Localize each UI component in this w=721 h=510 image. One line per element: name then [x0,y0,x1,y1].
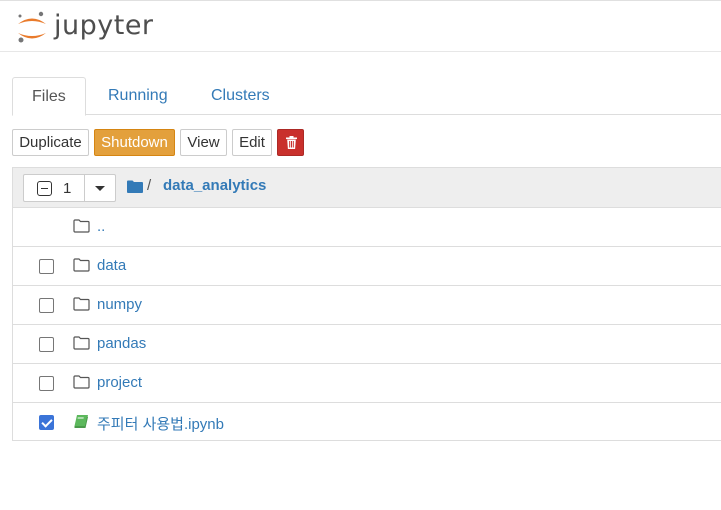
file-list-header: 1 / data_analytics [13,168,721,208]
row-checkbox-checked[interactable] [39,415,54,430]
list-item-name[interactable]: data [97,257,126,274]
selected-count: 1 [63,180,72,197]
tab-files[interactable]: Files [12,77,86,116]
jupyter-logo-icon [18,11,46,43]
shutdown-button[interactable]: Shutdown [94,129,175,156]
row-checkbox[interactable] [39,298,54,313]
edit-button[interactable]: Edit [232,129,272,156]
tab-clusters[interactable]: Clusters [211,77,270,115]
file-list: 1 / data_analytics .. data numpy pandas … [12,167,721,441]
tab-bar: Files Running Clusters [12,77,721,116]
select-partial-icon[interactable] [37,181,52,196]
select-all-dropdown[interactable]: 1 [23,174,116,202]
breadcrumb-root[interactable]: / [147,177,151,194]
breadcrumb-current[interactable]: data_analytics [163,177,266,194]
list-item[interactable]: 주피터 사용법.ipynb [13,403,721,442]
list-item[interactable]: pandas [13,325,721,364]
list-item-name[interactable]: 주피터 사용법.ipynb [97,413,224,434]
list-item[interactable]: .. [13,208,721,247]
delete-button[interactable] [277,129,304,156]
list-item-name[interactable]: .. [97,218,105,235]
folder-icon[interactable] [127,180,143,193]
caret-down-icon[interactable] [95,186,105,191]
folder-outline-icon [73,336,90,350]
folder-outline-icon [73,219,90,233]
row-checkbox[interactable] [39,337,54,352]
row-checkbox[interactable] [39,259,54,274]
duplicate-button[interactable]: Duplicate [12,129,89,156]
logo-text: jupyter [54,10,154,41]
tab-running[interactable]: Running [108,77,168,115]
list-item-name[interactable]: project [97,374,142,391]
list-item[interactable]: project [13,364,721,403]
folder-outline-icon [73,375,90,389]
folder-outline-icon [73,297,90,311]
row-checkbox[interactable] [39,376,54,391]
header: jupyter [0,1,721,52]
view-button[interactable]: View [180,129,227,156]
folder-outline-icon [73,258,90,272]
list-item[interactable]: numpy [13,286,721,325]
trash-icon [286,136,297,149]
notebook-icon [74,415,88,428]
dropdown-divider [84,175,85,201]
list-item-name[interactable]: numpy [97,296,142,313]
list-item[interactable]: data [13,247,721,286]
list-item-name[interactable]: pandas [97,335,146,352]
